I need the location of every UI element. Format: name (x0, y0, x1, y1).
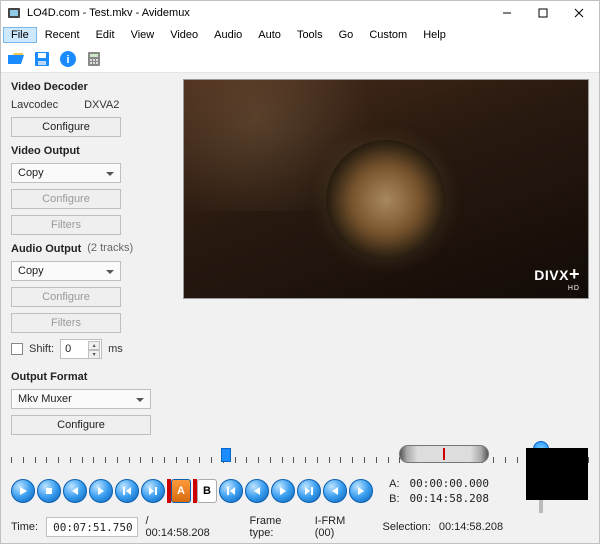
menu-file[interactable]: File (3, 27, 37, 43)
spinner-down-icon[interactable]: ▾ (88, 350, 100, 359)
menu-edit[interactable]: Edit (88, 27, 123, 43)
set-marker-b-button[interactable]: B (193, 479, 217, 503)
selection-panel: A: 00:00:00.000 B: 00:14:58.208 (389, 477, 489, 505)
video-decoder-configure-button[interactable]: Configure (11, 117, 121, 137)
prev-frame-button[interactable] (63, 479, 87, 503)
output-format-select[interactable]: Mkv Muxer (11, 389, 151, 409)
window-close-button[interactable] (561, 2, 597, 24)
menubar: File Recent Edit View Video Audio Auto T… (1, 25, 599, 45)
window-title: LO4D.com - Test.mkv - Avidemux (27, 7, 489, 19)
toolbar-open-button[interactable] (5, 48, 27, 70)
menu-video[interactable]: Video (162, 27, 206, 43)
divx-logo: DIVX+ HD (534, 264, 580, 292)
duration-label: / 00:14:58.208 (146, 515, 215, 539)
marker-b-label: B: (389, 493, 399, 505)
audio-output-select[interactable]: Copy (11, 261, 121, 281)
jog-dial[interactable] (399, 445, 489, 463)
preview-thumbnail (526, 448, 588, 500)
output-format-configure-button[interactable]: Configure (11, 415, 151, 435)
time-label: Time: (11, 521, 38, 533)
selection-value: 00:14:58.208 (439, 521, 503, 533)
next-keyframe-button[interactable] (141, 479, 165, 503)
toolbar: i (1, 45, 599, 73)
video-decoder-value: DXVA2 (84, 99, 119, 111)
audio-shift-label: Shift: (29, 343, 54, 355)
app-icon (7, 6, 21, 20)
transport-controls: A B A: 00:00:00.000 B: 00:14:58.208 (11, 477, 589, 505)
marker-a-label: A: (389, 478, 399, 490)
audio-shift-input[interactable]: 0 ▴▾ (60, 339, 102, 359)
menu-help[interactable]: Help (415, 27, 454, 43)
menu-audio[interactable]: Audio (206, 27, 250, 43)
menu-recent[interactable]: Recent (37, 27, 88, 43)
window-maximize-button[interactable] (525, 2, 561, 24)
sidebar: Video Decoder Lavcodec DXVA2 Configure V… (11, 79, 171, 435)
video-output-select[interactable]: Copy (11, 163, 121, 183)
frame-type-value: I-FRM (00) (315, 515, 367, 539)
goto-start-button[interactable] (219, 479, 243, 503)
marker-b-value: 00:14:58.208 (410, 492, 489, 505)
audio-output-filters-button[interactable]: Filters (11, 313, 121, 333)
audio-shift-checkbox[interactable] (11, 343, 23, 355)
toolbar-save-button[interactable] (31, 48, 53, 70)
video-output-heading: Video Output (11, 145, 171, 157)
audio-output-configure-button[interactable]: Configure (11, 287, 121, 307)
window-minimize-button[interactable] (489, 2, 525, 24)
svg-text:i: i (66, 54, 69, 66)
toolbar-info-button[interactable]: i (57, 48, 79, 70)
menu-view[interactable]: View (123, 27, 163, 43)
timeline-ticks (11, 457, 589, 463)
audio-shift-unit: ms (108, 343, 123, 355)
menu-tools[interactable]: Tools (289, 27, 331, 43)
stop-button[interactable] (37, 479, 61, 503)
timeline-playhead[interactable] (221, 448, 231, 462)
marker-a-value: 00:00:00.000 (410, 477, 489, 490)
next-black-frame-button[interactable] (349, 479, 373, 503)
window-titlebar: LO4D.com - Test.mkv - Avidemux (1, 1, 599, 25)
audio-shift-value: 0 (65, 343, 71, 355)
set-marker-a-button[interactable]: A (167, 479, 191, 503)
video-output-filters-button[interactable]: Filters (11, 215, 121, 235)
video-output-configure-button[interactable]: Configure (11, 189, 121, 209)
toolbar-calculator-button[interactable] (83, 48, 105, 70)
menu-auto[interactable]: Auto (250, 27, 289, 43)
video-preview: DIVX+ HD (183, 79, 589, 299)
selection-label: Selection: (383, 521, 431, 533)
footer: Time: 00:07:51.750 / 00:14:58.208 Frame … (11, 515, 589, 539)
output-format-heading: Output Format (11, 371, 171, 383)
audio-output-heading: Audio Output (11, 243, 81, 255)
timeline (11, 445, 589, 465)
goto-marker-b-button[interactable] (271, 479, 295, 503)
video-decoder-heading: Video Decoder (11, 81, 171, 93)
prev-keyframe-button[interactable] (115, 479, 139, 503)
frame-type-label: Frame type: (250, 515, 307, 539)
play-button[interactable] (11, 479, 35, 503)
goto-end-button[interactable] (297, 479, 321, 503)
time-field[interactable]: 00:07:51.750 (46, 517, 137, 537)
menu-go[interactable]: Go (331, 27, 362, 43)
video-decoder-label: Lavcodec (11, 99, 58, 111)
audio-output-tracks-note: (2 tracks) (87, 242, 133, 254)
menu-custom[interactable]: Custom (361, 27, 415, 43)
next-frame-button[interactable] (89, 479, 113, 503)
goto-marker-a-button[interactable] (245, 479, 269, 503)
spinner-up-icon[interactable]: ▴ (88, 341, 100, 350)
prev-black-frame-button[interactable] (323, 479, 347, 503)
